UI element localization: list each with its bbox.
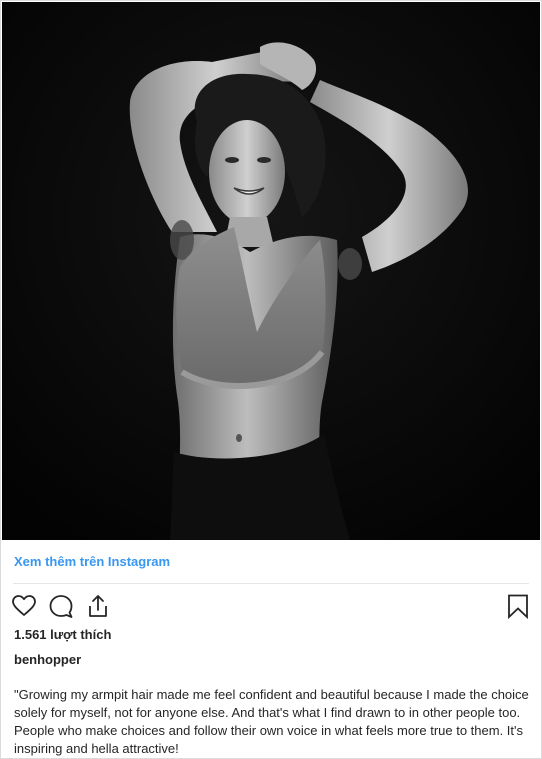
comment-bubble-icon[interactable] (48, 593, 74, 619)
heart-outline-icon[interactable] (11, 593, 37, 619)
post-username[interactable]: benhopper (14, 652, 81, 667)
post-photo[interactable] (2, 2, 540, 540)
share-upload-icon[interactable] (85, 593, 111, 619)
post-actions-bar (11, 593, 531, 619)
portrait-photo-illustration (2, 2, 540, 540)
view-more-on-instagram-link[interactable]: Xem thêm trên Instagram (14, 554, 170, 569)
instagram-embed-card: Xem thêm trên Instagram 1.561 lượt thích… (0, 0, 542, 759)
divider (13, 583, 529, 584)
likes-count[interactable]: 1.561 lượt thích (14, 627, 111, 642)
post-caption: "Growing my armpit hair made me feel con… (14, 687, 529, 756)
bookmark-icon[interactable] (505, 593, 531, 619)
